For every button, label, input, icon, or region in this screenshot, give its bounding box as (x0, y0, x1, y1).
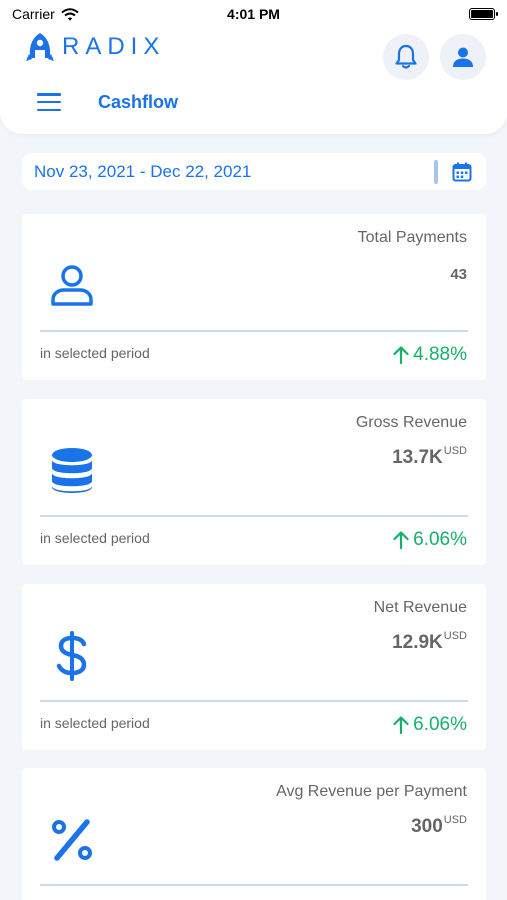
arrow-up-icon (393, 531, 409, 549)
dollar-icon (48, 631, 96, 681)
card-value: 12.9KUSD (392, 630, 467, 653)
date-range-separator (434, 159, 438, 184)
hamburger-menu-icon[interactable] (37, 93, 61, 111)
bell-icon (395, 44, 417, 69)
card-title: Gross Revenue (355, 414, 467, 431)
person-icon (453, 47, 473, 67)
card-value: 300USD (411, 814, 467, 837)
carrier-label: Carrier (12, 6, 55, 22)
card-footnote: in selected period (40, 715, 150, 731)
card-value: 43 (450, 266, 467, 283)
wifi-icon (61, 7, 79, 21)
card-change: 6.06% (393, 529, 467, 551)
card-change: 6.06% (393, 714, 467, 736)
arrow-up-icon (393, 716, 409, 734)
metric-card-avg-revenue[interactable]: Avg Revenue per Payment 300USD (22, 768, 486, 900)
radix-logo: RADIX (26, 32, 165, 62)
logo-text: RADIX (62, 33, 166, 60)
battery-icon (469, 8, 498, 20)
card-divider (40, 330, 468, 332)
date-range-picker[interactable]: Nov 23, 2021 - Dec 22, 2021 (22, 153, 486, 190)
card-change: 4.88% (393, 344, 467, 366)
user-icon (48, 262, 96, 310)
card-title: Net Revenue (373, 599, 467, 616)
date-range-value: Nov 23, 2021 - Dec 22, 2021 (34, 161, 252, 181)
status-bar: Carrier 4:01 PM (0, 0, 507, 28)
card-divider (40, 700, 468, 702)
profile-button[interactable] (440, 34, 486, 80)
percent-icon (48, 816, 96, 864)
card-value: 13.7KUSD (392, 445, 467, 468)
database-icon (48, 447, 96, 495)
metric-card-gross-revenue[interactable]: Gross Revenue 13.7KUSD in selected perio… (22, 399, 486, 565)
card-divider (40, 884, 468, 886)
card-title: Avg Revenue per Payment (276, 783, 467, 800)
card-divider (40, 515, 468, 517)
card-footnote: in selected period (40, 345, 150, 361)
metric-card-net-revenue[interactable]: Net Revenue 12.9KUSD in selected period … (22, 584, 486, 750)
metric-card-total-payments[interactable]: Total Payments 43 in selected period 4.8… (22, 214, 486, 380)
calendar-icon[interactable] (452, 162, 472, 182)
page-title: Cashflow (98, 92, 179, 112)
card-title: Total Payments (357, 229, 467, 246)
rocket-logo-icon (26, 33, 54, 61)
arrow-up-icon (393, 346, 409, 364)
notifications-button[interactable] (383, 34, 429, 80)
card-footnote: in selected period (40, 530, 150, 546)
